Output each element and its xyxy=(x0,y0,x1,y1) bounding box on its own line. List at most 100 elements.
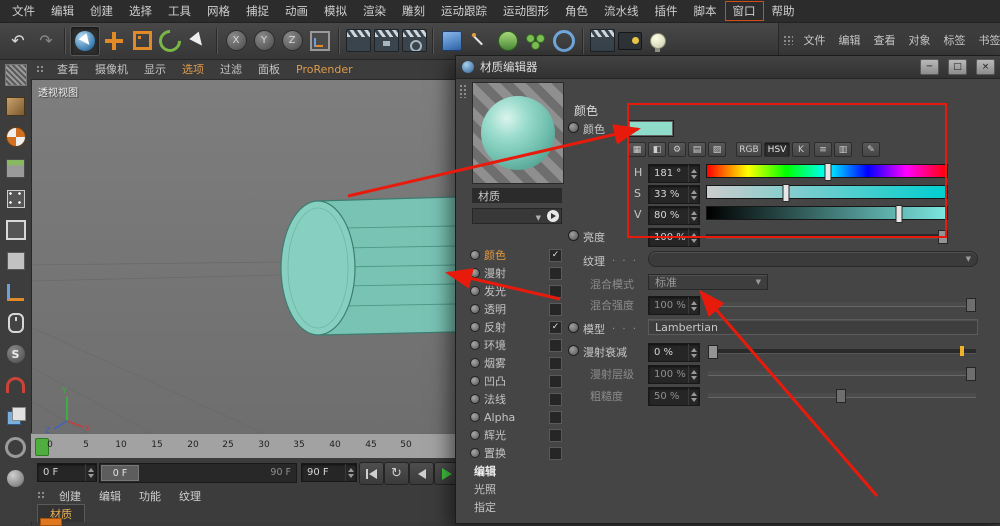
channel-row-glow[interactable]: 辉光✓ xyxy=(468,426,564,444)
lock-x-button[interactable]: X xyxy=(222,27,250,55)
menu-window[interactable]: 窗口 xyxy=(725,1,764,21)
panel-grip-icon[interactable] xyxy=(783,35,793,45)
gear-icon[interactable]: ⚙ xyxy=(668,142,686,157)
roughness-slider[interactable] xyxy=(708,387,976,403)
channel-checkbox[interactable]: ✓ xyxy=(549,357,562,370)
snap-button[interactable]: S xyxy=(3,341,29,367)
start-frame-value[interactable]: 0 F xyxy=(38,467,85,478)
channel-checkbox[interactable]: ✓ xyxy=(549,411,562,424)
viewport-solo-button[interactable] xyxy=(3,310,29,336)
channel-row-luminance[interactable]: 发光✓ xyxy=(468,282,564,300)
channel-checkbox[interactable]: ✓ xyxy=(549,303,562,316)
slider-handle[interactable] xyxy=(836,389,846,403)
om-menu-view[interactable]: 查看 xyxy=(867,32,902,48)
sphere-tool-button[interactable] xyxy=(3,465,29,491)
columns-mode-icon[interactable]: ▥ xyxy=(834,142,852,157)
start-frame-spinner[interactable]: 0 F xyxy=(37,463,97,482)
spinner-arrows-icon[interactable] xyxy=(688,165,699,182)
channel-row-displacement[interactable]: 置换✓ xyxy=(468,444,564,462)
model-mode-button[interactable] xyxy=(3,93,29,119)
tab-assign[interactable]: 指定 xyxy=(468,498,564,516)
points-mode-button[interactable] xyxy=(3,186,29,212)
menu-file[interactable]: 文件 xyxy=(4,1,43,21)
spinner-arrows-icon[interactable] xyxy=(688,186,699,203)
menu-tools[interactable]: 工具 xyxy=(160,1,199,21)
spinner-arrows-icon[interactable] xyxy=(688,344,699,361)
end-frame-value[interactable]: 90 F xyxy=(302,467,345,478)
saturation-marker[interactable] xyxy=(783,184,790,202)
spectrum-icon[interactable]: ▤ xyxy=(688,142,706,157)
live-selection-button[interactable] xyxy=(70,26,100,56)
spinner-arrows-icon[interactable] xyxy=(85,464,96,481)
texture-field[interactable]: ▼ xyxy=(648,251,978,267)
goto-start-button[interactable] xyxy=(359,462,384,485)
hue-marker[interactable] xyxy=(824,163,831,181)
array-generator-button[interactable] xyxy=(522,27,550,55)
frame-slider-handle[interactable]: 0 F xyxy=(101,465,139,481)
diffuse-level-spinner[interactable]: 100 % xyxy=(648,365,700,384)
slider-handle[interactable] xyxy=(966,298,976,312)
rgb-mode-button[interactable]: RGB xyxy=(736,142,762,157)
menu-select[interactable]: 选择 xyxy=(121,1,160,21)
channel-checkbox[interactable]: ✓ xyxy=(549,285,562,298)
cylinder-cap[interactable] xyxy=(281,201,355,335)
mm-menu-function[interactable]: 功能 xyxy=(130,488,170,504)
vp-menu-filter[interactable]: 过滤 xyxy=(212,61,250,77)
end-frame-spinner[interactable]: 90 F xyxy=(301,463,357,482)
channel-checkbox[interactable]: ✓ xyxy=(549,249,562,262)
panel-grip-icon[interactable] xyxy=(36,65,45,74)
om-menu-object[interactable]: 对象 xyxy=(902,32,937,48)
color-swatch[interactable] xyxy=(628,120,674,137)
channel-row-diffusion[interactable]: 漫射✓ xyxy=(468,264,564,282)
move-tool-button[interactable] xyxy=(100,27,128,55)
rotate-tool-button[interactable] xyxy=(156,27,184,55)
channel-row-alpha[interactable]: Alpha✓ xyxy=(468,408,564,426)
value-spinner[interactable]: 80 % xyxy=(648,206,700,225)
slider-handle[interactable] xyxy=(938,230,948,244)
channel-checkbox[interactable]: ✓ xyxy=(549,393,562,406)
spinner-arrows-icon[interactable] xyxy=(688,229,699,246)
channel-row-color[interactable]: 颜色✓ xyxy=(468,246,564,264)
compact-mode-icon[interactable]: ▦ xyxy=(628,142,646,157)
slider-handle[interactable] xyxy=(708,345,718,359)
channel-row-fog[interactable]: 烟雾✓ xyxy=(468,354,564,372)
channel-checkbox[interactable]: ✓ xyxy=(549,375,562,388)
channel-checkbox[interactable]: ✓ xyxy=(549,321,562,334)
lock-z-button[interactable]: Z xyxy=(278,27,306,55)
render-settings-button[interactable] xyxy=(400,27,428,55)
menu-mesh[interactable]: 网格 xyxy=(199,1,238,21)
light-button[interactable] xyxy=(644,27,672,55)
panel-grip-icon[interactable] xyxy=(37,491,46,500)
coordinate-system-button[interactable] xyxy=(306,27,334,55)
primitive-cube-button[interactable] xyxy=(438,27,466,55)
mm-menu-edit[interactable]: 编辑 xyxy=(90,488,130,504)
maximize-button[interactable]: □ xyxy=(948,59,967,75)
vp-menu-options[interactable]: 选项 xyxy=(174,61,212,77)
polygons-mode-button[interactable] xyxy=(3,248,29,274)
mm-menu-create[interactable]: 创建 xyxy=(50,488,90,504)
undo-button[interactable]: ↶ xyxy=(4,27,32,55)
spinner-arrows-icon[interactable] xyxy=(688,366,699,383)
diffuse-falloff-spinner[interactable]: 0 % xyxy=(648,343,700,362)
material-thumbnail[interactable] xyxy=(40,518,62,526)
om-menu-file[interactable]: 文件 xyxy=(797,32,832,48)
menu-create[interactable]: 创建 xyxy=(82,1,121,21)
panel-grip-icon[interactable] xyxy=(459,84,467,98)
value-gradient-slider[interactable] xyxy=(706,206,948,220)
lock-y-button[interactable]: Y xyxy=(250,27,278,55)
layers-button[interactable] xyxy=(3,403,29,429)
menu-simulate[interactable]: 模拟 xyxy=(316,1,355,21)
hsv-mode-button[interactable]: HSV xyxy=(764,142,790,157)
om-menu-edit[interactable]: 编辑 xyxy=(832,32,867,48)
eyedropper-icon[interactable]: ✎ xyxy=(862,142,880,157)
menu-help[interactable]: 帮助 xyxy=(764,1,803,21)
menu-mograph[interactable]: 运动图形 xyxy=(495,1,557,21)
spinner-arrows-icon[interactable] xyxy=(345,464,356,481)
viewport-view-label[interactable]: 透视视图 xyxy=(38,84,78,99)
vp-menu-display[interactable]: 显示 xyxy=(136,61,174,77)
motion-clip-button[interactable] xyxy=(588,27,616,55)
brightness-spinner[interactable]: 100 % xyxy=(648,228,700,247)
brightness-slider[interactable] xyxy=(706,228,948,244)
render-view-button[interactable] xyxy=(344,27,372,55)
material-name-bar[interactable]: 材质 xyxy=(472,188,562,203)
